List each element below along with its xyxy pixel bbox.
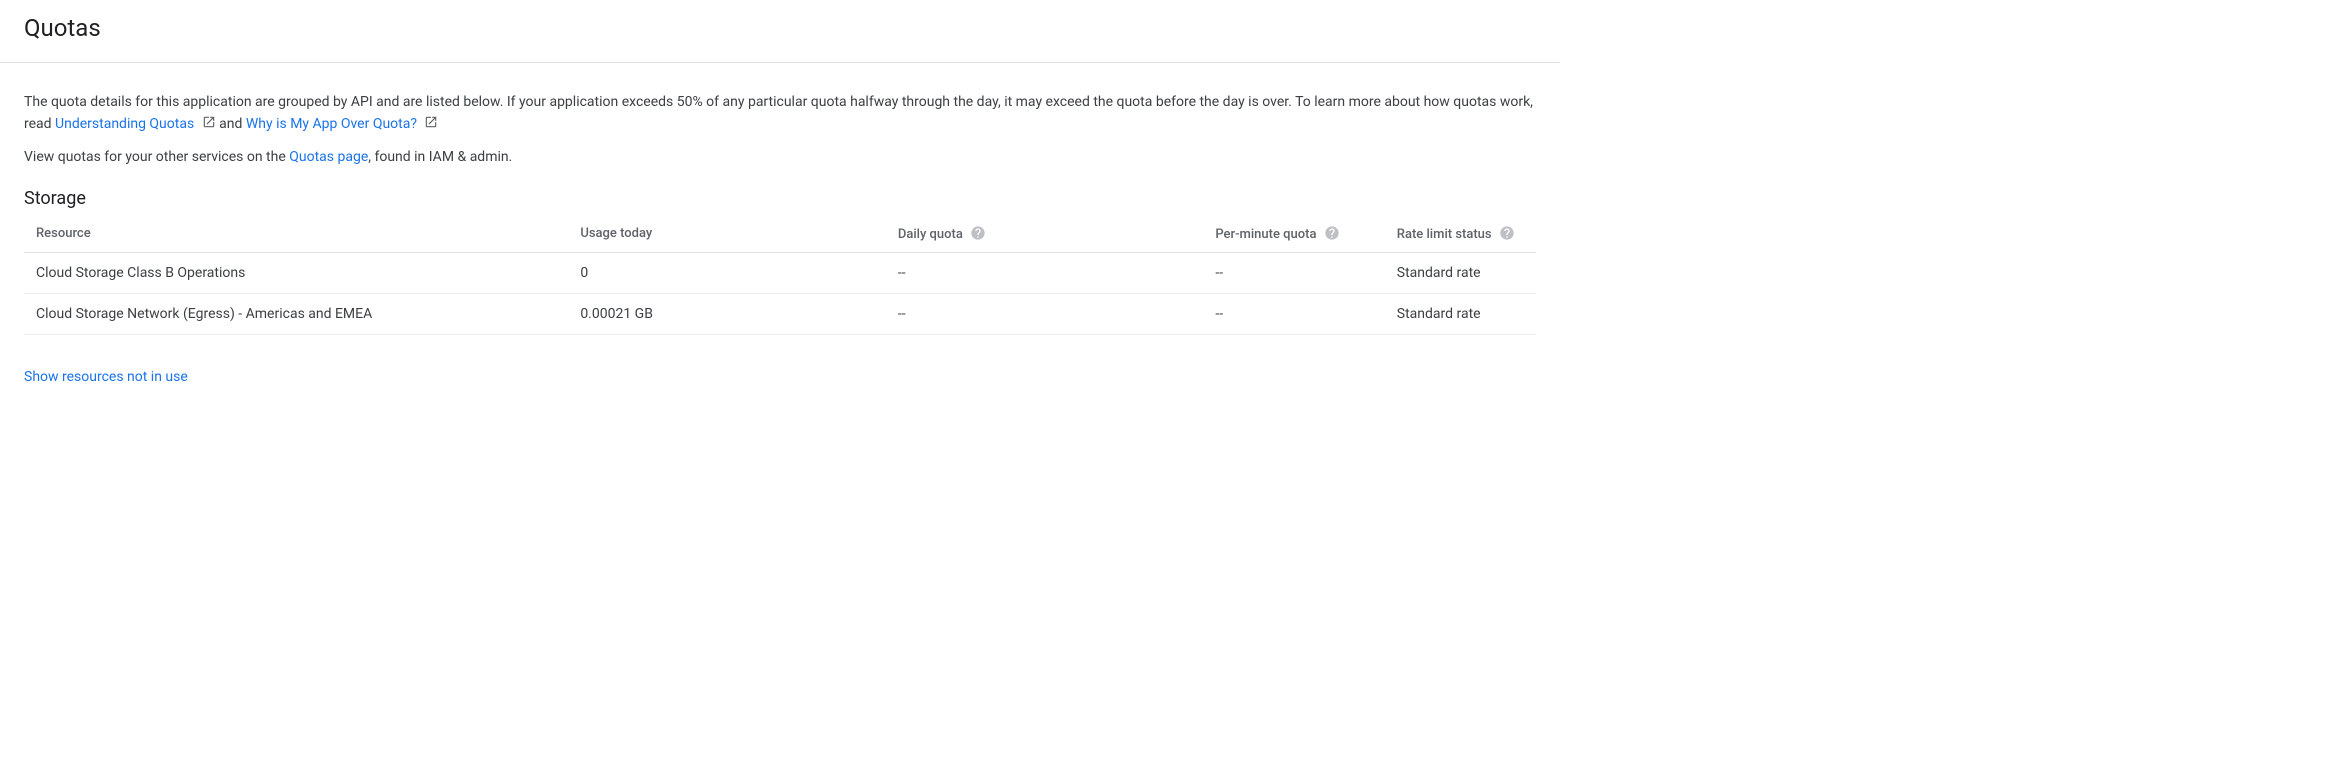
intro2-after: , found in IAM & admin. xyxy=(368,149,512,165)
table-header-rate-limit-status: Rate limit status xyxy=(1385,215,1536,253)
show-resources-row: Show resources not in use xyxy=(24,369,1536,385)
intro2-before: View quotas for your other services on t… xyxy=(24,149,289,165)
section-title-storage: Storage xyxy=(24,188,1536,209)
quotas-page-link-label: Quotas page xyxy=(289,149,368,165)
show-resources-not-in-use-link[interactable]: Show resources not in use xyxy=(24,369,188,385)
understanding-quotas-link-label: Understanding Quotas xyxy=(55,116,194,132)
table-header-daily-quota-label: Daily quota xyxy=(898,227,963,242)
why-over-quota-link[interactable]: Why is My App Over Quota? xyxy=(246,116,439,132)
quotas-page-link[interactable]: Quotas page xyxy=(289,149,368,165)
table-header-rate-limit-status-label: Rate limit status xyxy=(1397,227,1492,242)
external-link-icon xyxy=(202,115,216,129)
quotas-table: Resource Usage today Daily quota Per-min… xyxy=(24,215,1536,335)
cell-resource: Cloud Storage Class B Operations xyxy=(24,253,568,294)
cell-rate-limit-status: Standard rate xyxy=(1385,294,1536,335)
cell-per-minute-quota: -- xyxy=(1203,294,1384,335)
page-header: Quotas xyxy=(0,0,1560,63)
cell-usage-today: 0.00021 GB xyxy=(568,294,886,335)
intro-paragraph-1: The quota details for this application a… xyxy=(24,91,1536,136)
intro-text-between: and xyxy=(219,116,246,132)
help-icon[interactable] xyxy=(1499,225,1515,241)
table-header-row: Resource Usage today Daily quota Per-min… xyxy=(24,215,1536,253)
table-row: Cloud Storage Class B Operations 0 -- --… xyxy=(24,253,1536,294)
page-title: Quotas xyxy=(24,14,1536,42)
table-header-usage-today: Usage today xyxy=(568,215,886,253)
why-over-quota-link-label: Why is My App Over Quota? xyxy=(246,116,417,132)
table-header-per-minute-quota-label: Per-minute quota xyxy=(1215,227,1316,242)
table-header-daily-quota: Daily quota xyxy=(886,215,1204,253)
intro-paragraph-2: View quotas for your other services on t… xyxy=(24,146,1536,168)
table-header-resource: Resource xyxy=(24,215,568,253)
help-icon[interactable] xyxy=(1324,225,1340,241)
help-icon[interactable] xyxy=(970,225,986,241)
cell-per-minute-quota: -- xyxy=(1203,253,1384,294)
understanding-quotas-link[interactable]: Understanding Quotas xyxy=(55,116,219,132)
cell-resource: Cloud Storage Network (Egress) - America… xyxy=(24,294,568,335)
table-row: Cloud Storage Network (Egress) - America… xyxy=(24,294,1536,335)
external-link-icon xyxy=(424,115,438,129)
cell-usage-today: 0 xyxy=(568,253,886,294)
cell-daily-quota: -- xyxy=(886,294,1204,335)
cell-rate-limit-status: Standard rate xyxy=(1385,253,1536,294)
table-header-per-minute-quota: Per-minute quota xyxy=(1203,215,1384,253)
content-area: The quota details for this application a… xyxy=(0,63,1560,405)
cell-daily-quota: -- xyxy=(886,253,1204,294)
